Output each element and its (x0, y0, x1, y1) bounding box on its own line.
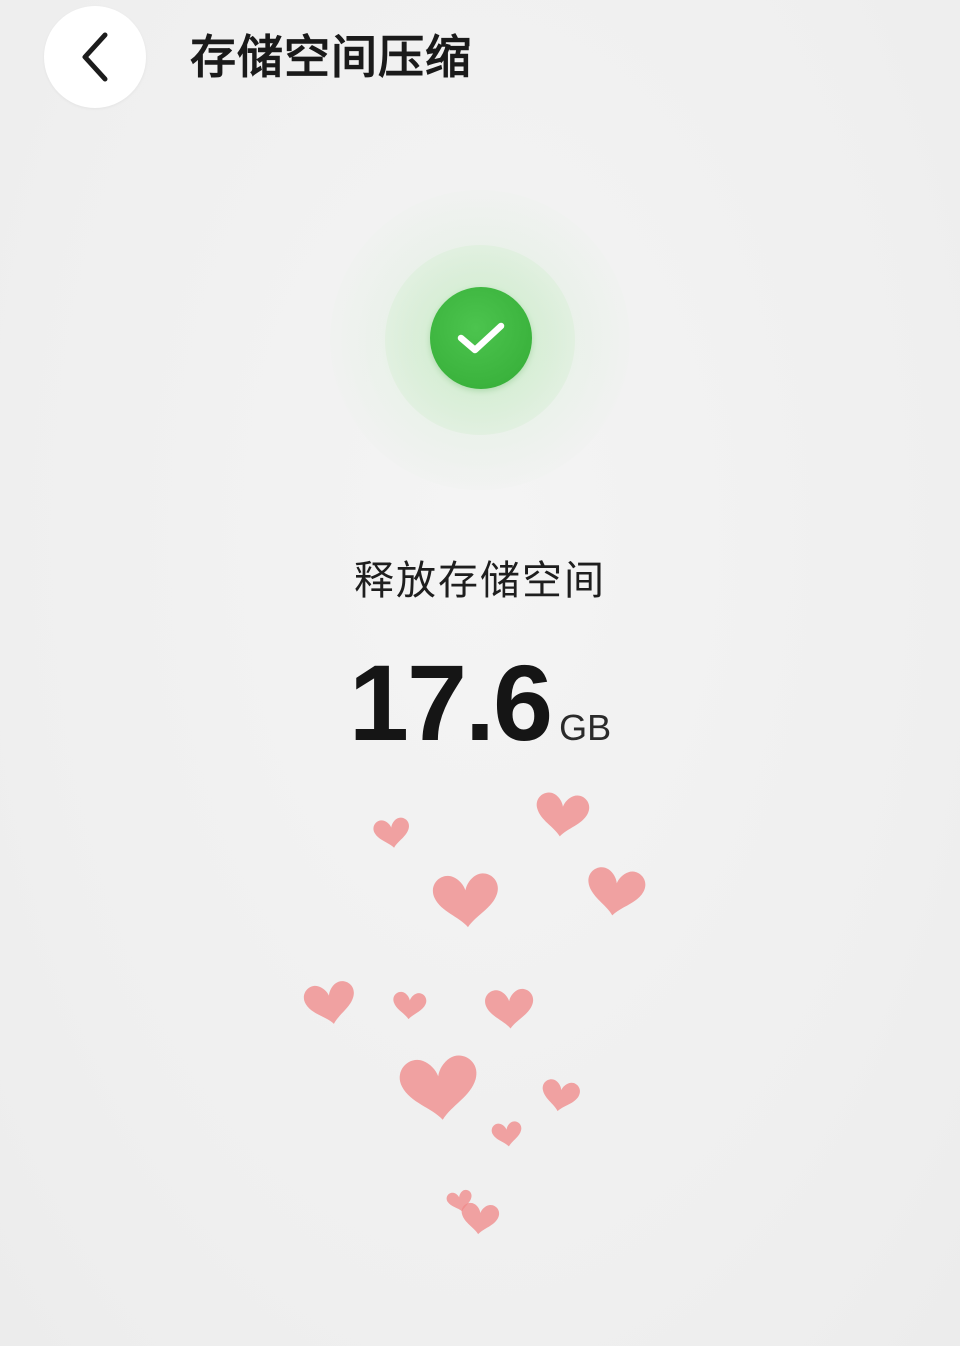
heart-icon (484, 988, 535, 1030)
heart-icon (533, 791, 591, 840)
heart-icon (431, 872, 501, 930)
storage-compression-page: 存储空间压缩 释放存储空间 17.6 GB (0, 0, 960, 1346)
back-button[interactable] (44, 6, 146, 108)
check-circle-icon (430, 287, 532, 389)
freed-space-value: 17.6 GB (0, 640, 960, 765)
heart-icon (583, 865, 648, 920)
heart-icon (539, 1077, 582, 1115)
page-title: 存储空间压缩 (190, 30, 472, 84)
checkmark-icon (457, 322, 505, 354)
chevron-left-icon (82, 32, 108, 82)
heart-icon (372, 816, 412, 851)
heart-icon (302, 979, 359, 1029)
heart-icon (445, 1188, 475, 1214)
success-indicator (330, 190, 630, 490)
freed-space-label: 释放存储空间 (354, 558, 606, 604)
heart-icon (490, 1120, 524, 1149)
freed-space-number: 17.6 (348, 642, 553, 763)
heart-icon (459, 1201, 501, 1237)
heart-icon (397, 1053, 482, 1124)
freed-space-unit: GB (559, 707, 612, 748)
heart-icon (392, 991, 427, 1021)
